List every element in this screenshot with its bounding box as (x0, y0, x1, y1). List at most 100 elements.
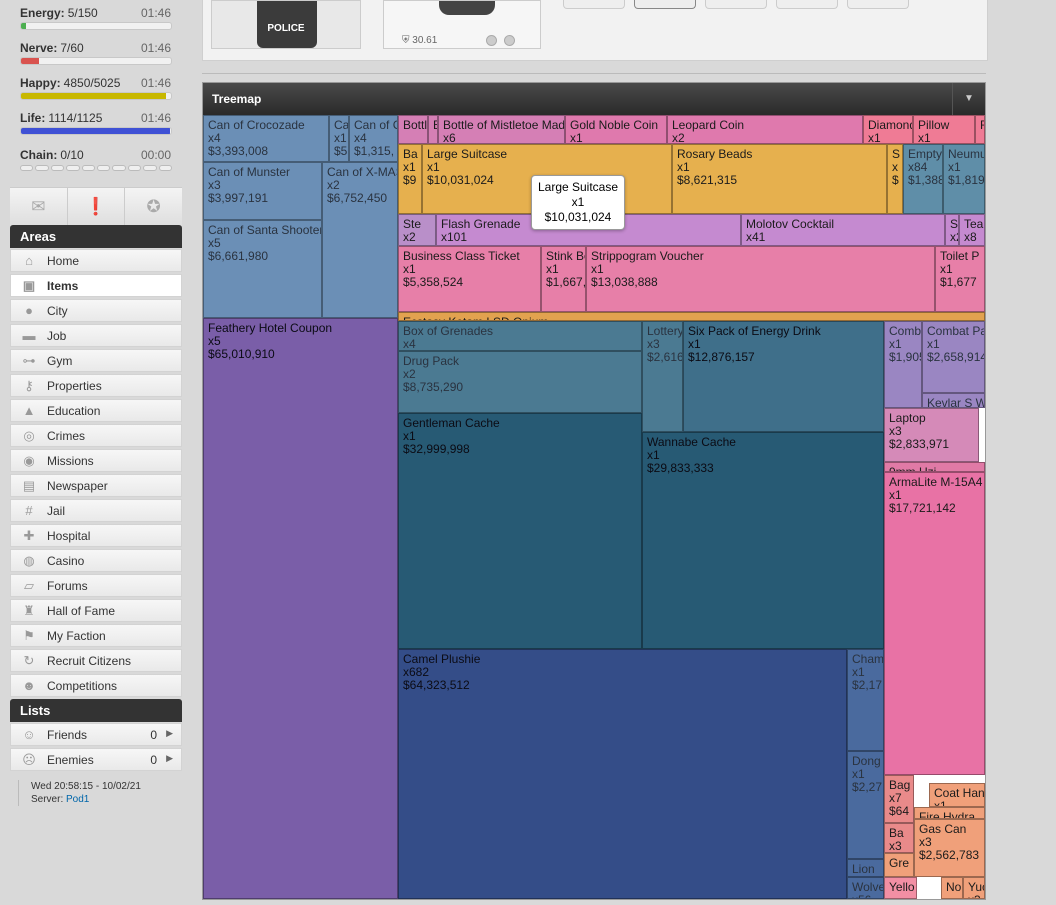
sidebar-item-newspaper[interactable]: ▤ Newspaper (10, 474, 182, 497)
treemap-cell[interactable]: Empty x84 $1,388 (903, 144, 943, 214)
treemap-cell[interactable]: Six Pack of Energy Drink x1 $12,876,157 (683, 321, 884, 432)
treemap-cell[interactable]: Can of Santa Shooter x5 $6,661,980 (203, 220, 322, 318)
treemap-cell[interactable]: Ecstasy Ketam LSD Opium (398, 312, 985, 321)
treemap-cell[interactable]: Pillow x1 (913, 115, 975, 144)
treemap-cell[interactable]: No (941, 877, 963, 899)
treemap-cell[interactable]: Kevlar S W (922, 393, 985, 408)
treemap-cell[interactable]: Fire Hydra (914, 807, 985, 819)
life-bar[interactable]: Life: 1114/1125 01:46 (10, 105, 182, 140)
treemap-cell[interactable]: Can of Munster x3 $3,997,191 (203, 162, 322, 220)
list-item-label: Friends (47, 727, 88, 742)
sidebar-item-home[interactable]: ⌂ Home (10, 249, 182, 272)
item-thumb[interactable] (847, 0, 909, 9)
treemap-cell[interactable]: Laptop x3 $2,833,971 (884, 408, 979, 462)
envelope-icon[interactable]: ✉ (10, 188, 68, 226)
item-thumb[interactable] (634, 0, 696, 9)
treemap-cell[interactable]: Ca x1 $5 (329, 115, 349, 162)
nerve-bar[interactable]: Nerve: 7/60 01:46 (10, 35, 182, 70)
cell-name: Laptop (889, 411, 926, 425)
chain-bar[interactable]: Chain: 0/10 00:00 (10, 140, 182, 175)
sidebar-item-casino[interactable]: ◍ Casino (10, 549, 182, 572)
treemap-cell[interactable]: Lottery x3 $2,616 (642, 321, 683, 432)
sidebar-item-recruit-citizens[interactable]: ↻ Recruit Citizens (10, 649, 182, 672)
sidebar-item-forums[interactable]: ▱ Forums (10, 574, 182, 597)
treemap-cell[interactable]: Tearx8 (959, 214, 985, 246)
treemap-cell[interactable]: Gold Noble Coin x1 (565, 115, 667, 144)
sidebar-item-jail[interactable]: # Jail (10, 499, 182, 522)
treemap-cell[interactable]: B (428, 115, 438, 144)
treemap-cell[interactable]: Ba x1 $9 (398, 144, 422, 214)
treemap-cell[interactable]: Yucx3 (963, 877, 985, 899)
exclamation-icon[interactable]: ❗ (68, 188, 126, 226)
treemap-cell[interactable]: Wannabe Cache x1 $29,833,333 (642, 432, 884, 649)
treemap-cell[interactable]: F (975, 115, 985, 144)
treemap-cell[interactable]: Ba x3 (884, 823, 914, 853)
chevron-right-icon[interactable]: ▶ (166, 753, 173, 764)
armor-slot[interactable]: ⛨ 30.61 (383, 0, 541, 49)
server-link[interactable]: Pod1 (66, 794, 89, 805)
treemap-cell[interactable]: Drug Pack x2 $8,735,290 (398, 351, 642, 413)
treemap-cell[interactable]: Stink Box1$1,667, (541, 246, 586, 312)
energy-bar[interactable]: Energy: 5/150 01:46 (10, 0, 182, 35)
treemap-cell[interactable]: Toilet Px1 $1,677 (935, 246, 985, 312)
treemap-cell[interactable]: Yello (884, 877, 917, 899)
treemap-cell[interactable]: Sx2 (945, 214, 959, 246)
chevron-down-icon[interactable]: ▼ (952, 83, 985, 115)
sidebar-item-education[interactable]: ▲ Education (10, 399, 182, 422)
treemap-cell[interactable]: Box of Grenades x4 (398, 321, 642, 351)
treemap-cell[interactable]: Gre (884, 853, 914, 877)
list-item-friends[interactable]: ☺ Friends 0 ▶ (10, 723, 182, 746)
sidebar-item-competitions[interactable]: ☻ Competitions (10, 674, 182, 697)
treemap-cell[interactable]: Combx1$1,905 (884, 321, 922, 408)
sidebar-item-items[interactable]: ▣ Items (10, 274, 182, 297)
briefcase-icon: ▬ (22, 328, 36, 343)
sidebar-item-my-faction[interactable]: ⚑ My Faction (10, 624, 182, 647)
item-thumb[interactable] (776, 0, 838, 9)
treemap-cell[interactable]: Bag x7 $64 (884, 775, 914, 823)
sidebar-item-gym[interactable]: ⊶ Gym (10, 349, 182, 372)
award-icon[interactable]: ✪ (125, 188, 182, 226)
treemap-cell[interactable]: Can of Cx4 $1,315, (349, 115, 398, 162)
item-thumb[interactable] (563, 0, 625, 9)
carousel-dot[interactable] (504, 35, 515, 46)
treemap-cell[interactable]: Dong x1 $2,27 (847, 751, 884, 859)
treemap-cell[interactable]: Molotov Cocktail x41 (741, 214, 945, 246)
treemap-cell[interactable]: Rosary Beads x1 $8,621,315 (672, 144, 887, 214)
chevron-right-icon[interactable]: ▶ (166, 728, 173, 739)
sidebar-item-properties[interactable]: ⚷ Properties (10, 374, 182, 397)
treemap-cell[interactable]: Diamond x1 (863, 115, 913, 144)
treemap-cell[interactable]: ArmaLite M-15A4 Rx1 $17,721,142 (884, 472, 985, 775)
treemap-cell[interactable]: Wolvex56 (847, 877, 884, 899)
carousel-dot[interactable] (486, 35, 497, 46)
treemap-cell[interactable]: Lion (847, 859, 884, 877)
treemap-cell[interactable]: Gas Can x3 $2,562,783 (914, 819, 985, 877)
sidebar-item-missions[interactable]: ◉ Missions (10, 449, 182, 472)
treemap-cell[interactable]: Can of Crocozade x4 $3,393,008 (203, 115, 329, 162)
treemap-cell[interactable]: Bottl (398, 115, 428, 144)
treemap-cell[interactable]: 9mm Uzi (884, 462, 985, 472)
treemap-cell[interactable]: Bottle of Mistletoe Madnessx6 (438, 115, 565, 144)
avatar[interactable]: POLICE (211, 0, 361, 49)
treemap-cell[interactable]: Coat Han x1 (929, 783, 985, 807)
happy-bar[interactable]: Happy: 4850/5025 01:46 (10, 70, 182, 105)
treemap-cell[interactable]: Combat Pa x1 $2,658,914 (922, 321, 985, 393)
cell-name: Rosary Beads (677, 147, 753, 161)
treemap-cell[interactable]: Can of X-MAS x2 $6,752,450 (322, 162, 398, 318)
treemap-cell[interactable]: Feathery Hotel Coupon x5 $65,010,910 (203, 318, 398, 899)
treemap-cell[interactable]: Gentleman Cache x1 $32,999,998 (398, 413, 642, 649)
treemap-cell[interactable]: Ste x2 (398, 214, 436, 246)
list-item-enemies[interactable]: ☹ Enemies 0 ▶ (10, 748, 182, 771)
treemap-cell[interactable]: Chamox1$2,17 (847, 649, 884, 751)
treemap-cell[interactable]: Strippogram Voucher x1 $13,038,888 (586, 246, 935, 312)
sidebar-item-hall-of-fame[interactable]: ♜ Hall of Fame (10, 599, 182, 622)
sidebar-item-job[interactable]: ▬ Job (10, 324, 182, 347)
treemap-cell[interactable]: Leopard Coin x2 (667, 115, 863, 144)
sidebar-item-hospital[interactable]: ✚ Hospital (10, 524, 182, 547)
sidebar-item-city[interactable]: ● City (10, 299, 182, 322)
sidebar-item-crimes[interactable]: ◎ Crimes (10, 424, 182, 447)
item-thumb[interactable] (705, 0, 767, 9)
treemap-cell[interactable]: Business Class Ticket x1 $5,358,524 (398, 246, 541, 312)
treemap-cell[interactable]: Sx $ (887, 144, 903, 214)
treemap-cell[interactable]: Camel Plushie x682 $64,323,512 (398, 649, 847, 899)
treemap-cell[interactable]: Neumunex1$1,819 (943, 144, 985, 214)
